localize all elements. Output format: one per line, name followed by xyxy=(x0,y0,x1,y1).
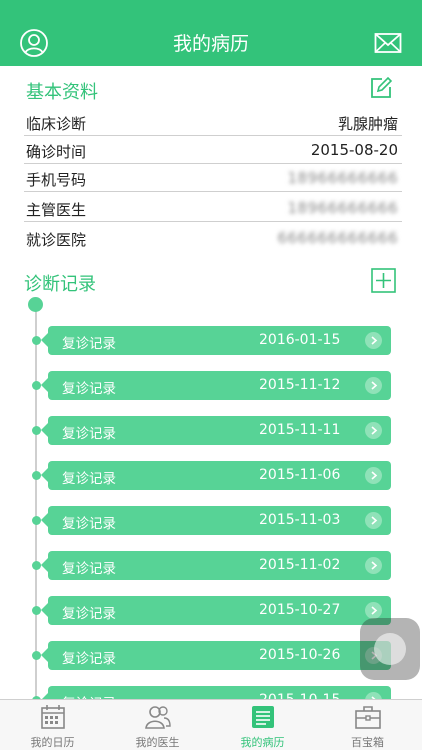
record-date: 2015-11-11 xyxy=(259,422,341,438)
floating-assist-button[interactable] xyxy=(360,618,420,680)
tab-calendar[interactable]: 我的日历 xyxy=(0,700,105,750)
tab-toolbox[interactable]: 百宝箱 xyxy=(315,700,420,750)
info-label: 手机号码 xyxy=(26,171,87,189)
record-item[interactable]: 复诊记录 2015-11-06 xyxy=(32,461,391,490)
tab-medical-record[interactable]: 我的病历 xyxy=(210,700,315,750)
record-pointer xyxy=(41,423,48,437)
record-pointer xyxy=(41,603,48,617)
record-pointer xyxy=(41,378,48,392)
tab-label: 百宝箱 xyxy=(351,736,384,749)
record-date: 2015-10-27 xyxy=(259,602,341,618)
edit-button[interactable] xyxy=(370,76,393,99)
record-item[interactable]: 复诊记录 2015-11-12 xyxy=(32,371,391,400)
record-item[interactable]: 复诊记录 2015-11-03 xyxy=(32,506,391,535)
chevron-right-icon[interactable] xyxy=(365,512,382,529)
info-value: 666666666666 xyxy=(277,229,398,247)
info-value: 18966666666 xyxy=(287,199,398,217)
medical-record-icon xyxy=(251,706,274,728)
record-label: 复诊记录 xyxy=(62,606,116,622)
info-label: 临床诊断 xyxy=(26,115,87,133)
chevron-right-icon[interactable] xyxy=(365,422,382,439)
info-row-diagnosis: 临床诊断 乳腺肿瘤 xyxy=(24,108,402,136)
record-label: 复诊记录 xyxy=(62,561,116,577)
record-label: 复诊记录 xyxy=(62,336,116,352)
info-value: 乳腺肿瘤 xyxy=(337,115,398,133)
info-row-hospital: 就诊医院 666666666666 xyxy=(24,224,402,252)
record-pointer xyxy=(41,558,48,572)
info-value: 2015-08-20 xyxy=(310,141,398,159)
record-date: 2015-11-06 xyxy=(259,467,341,483)
record-date: 2015-11-02 xyxy=(259,557,341,573)
chevron-right-icon[interactable] xyxy=(365,467,382,484)
info-label: 就诊医院 xyxy=(26,231,87,249)
edit-icon xyxy=(371,76,393,98)
page-title: 我的病历 xyxy=(172,33,249,55)
record-pointer xyxy=(41,648,48,662)
timeline-dot xyxy=(32,381,41,390)
chevron-right-icon[interactable] xyxy=(365,332,382,349)
record-label: 复诊记录 xyxy=(62,381,116,397)
tab-bar: 我的日历 我的医生 我的病历 百宝箱 xyxy=(0,699,422,750)
record-item[interactable]: 复诊记录 2016-01-15 xyxy=(32,326,391,355)
info-value: 18966666666 xyxy=(287,169,398,187)
envelope-icon xyxy=(374,33,402,53)
record-label: 复诊记录 xyxy=(62,516,116,532)
tab-label: 我的病历 xyxy=(240,736,285,749)
tab-doctors[interactable]: 我的医生 xyxy=(105,700,210,750)
basic-info-title: 基本资料 xyxy=(26,82,98,103)
info-row-phone: 手机号码 18966666666 xyxy=(24,164,402,192)
toolbox-icon xyxy=(354,706,381,729)
plus-icon xyxy=(371,268,396,293)
timeline-dot xyxy=(32,606,41,615)
info-row-doctor: 主管医生 18966666666 xyxy=(24,194,402,222)
diagnosis-title: 诊断记录 xyxy=(24,274,96,295)
info-row-confirm-date: 确诊时间 2015-08-20 xyxy=(24,136,402,164)
timeline-dot xyxy=(32,561,41,570)
record-pointer xyxy=(41,513,48,527)
assist-touch-icon xyxy=(374,633,406,665)
timeline-dot xyxy=(32,426,41,435)
record-date: 2015-11-03 xyxy=(259,512,341,528)
nav-bar: 我的病历 xyxy=(0,0,422,66)
record-pointer xyxy=(41,333,48,347)
basic-info-header: 基本资料 xyxy=(0,70,422,110)
message-button[interactable] xyxy=(374,28,402,58)
record-item[interactable]: 复诊记录 2015-10-26 xyxy=(32,641,391,670)
record-item[interactable]: 复诊记录 2015-11-02 xyxy=(32,551,391,580)
record-label: 复诊记录 xyxy=(62,651,116,667)
timeline-dot xyxy=(32,471,41,480)
record-date: 2015-10-26 xyxy=(259,647,341,663)
chevron-right-icon[interactable] xyxy=(365,377,382,394)
info-label: 主管医生 xyxy=(26,201,87,219)
chevron-right-icon[interactable] xyxy=(365,602,382,619)
record-item[interactable]: 复诊记录 2015-11-11 xyxy=(32,416,391,445)
chevron-right-icon[interactable] xyxy=(365,557,382,574)
diagnosis-header: 诊断记录 xyxy=(0,262,422,302)
tab-label: 我的医生 xyxy=(135,736,180,749)
doctors-icon xyxy=(144,706,171,729)
timeline-line xyxy=(35,304,37,704)
record-label: 复诊记录 xyxy=(62,426,116,442)
record-label: 复诊记录 xyxy=(62,471,116,487)
record-pointer xyxy=(41,468,48,482)
record-date: 2016-01-15 xyxy=(259,332,341,348)
timeline-start-dot xyxy=(28,297,43,312)
record-date: 2015-11-12 xyxy=(259,377,341,393)
info-label: 确诊时间 xyxy=(26,143,87,161)
record-item[interactable]: 复诊记录 2015-10-27 xyxy=(32,596,391,625)
timeline-dot xyxy=(32,651,41,660)
timeline-dot xyxy=(32,336,41,345)
add-record-button[interactable] xyxy=(371,268,396,293)
timeline-dot xyxy=(32,516,41,525)
tab-label: 我的日历 xyxy=(30,736,75,749)
calendar-icon xyxy=(40,705,65,729)
